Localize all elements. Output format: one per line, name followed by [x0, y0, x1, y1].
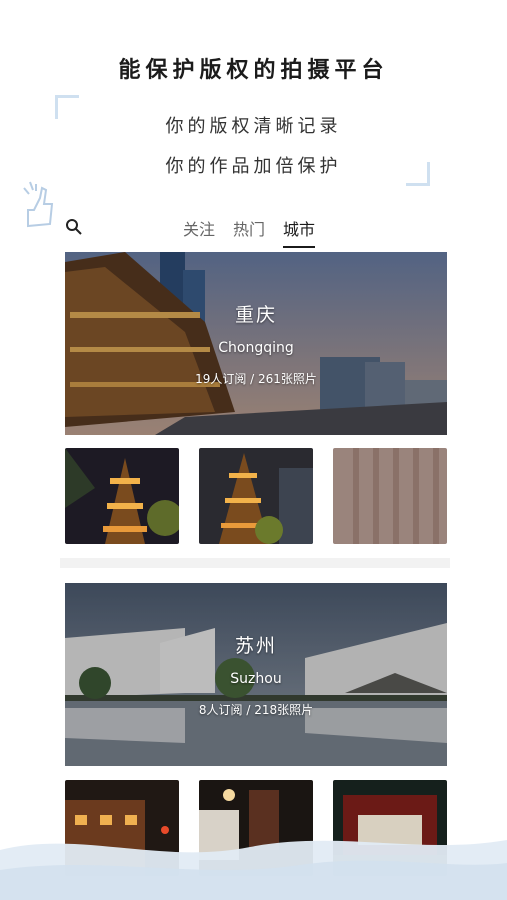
city-name-cn: 重庆: [234, 304, 277, 326]
headline: 能保护版权的拍摄平台: [118, 58, 389, 83]
corner-bracket-decoration: [406, 162, 430, 186]
photo-thumbnail[interactable]: [199, 448, 313, 544]
corner-bracket-decoration: [55, 95, 79, 119]
thumbs-up-doodle-icon: [23, 181, 54, 228]
city-card-chongqing[interactable]: 重庆 Chongqing 19人订阅 / 261张照片: [65, 252, 447, 435]
tab-popular[interactable]: 热门: [233, 216, 265, 248]
photo-thumbnail[interactable]: [333, 448, 447, 544]
tagline-line2: 你的作品加倍保护: [165, 156, 342, 177]
city-card-suzhou[interactable]: 苏州 Suzhou 8人订阅 / 218张照片: [65, 583, 447, 766]
photo-thumbnail[interactable]: [65, 448, 179, 544]
city-stats: 19人订阅 / 261张照片: [195, 372, 317, 386]
city-name-en: Suzhou: [230, 671, 282, 687]
tab-following[interactable]: 关注: [183, 216, 215, 248]
city-name-cn: 苏州: [234, 635, 277, 657]
city-name-en: Chongqing: [218, 340, 294, 356]
tab-city[interactable]: 城市: [283, 216, 316, 248]
city-stats: 8人订阅 / 218张照片: [198, 703, 314, 717]
tabs: 关注 热门 城市: [183, 216, 316, 248]
section-divider: [60, 558, 450, 568]
tab-bar: 关注 热门 城市: [65, 216, 447, 248]
wave-decoration: [0, 840, 507, 900]
search-icon[interactable]: [65, 218, 83, 236]
